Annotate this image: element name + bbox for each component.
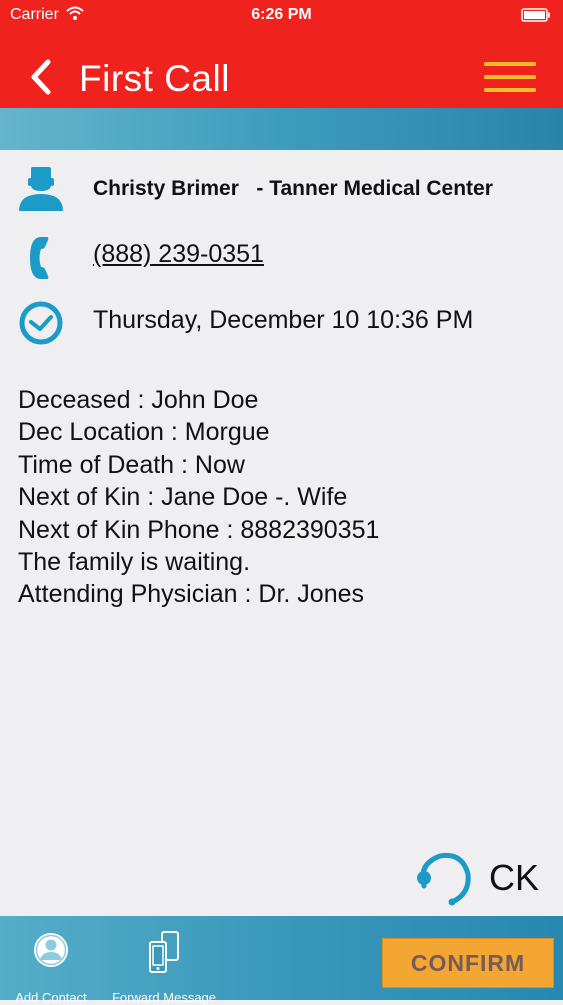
detail-line: The family is waiting. <box>18 548 251 577</box>
menu-icon-bar <box>484 88 536 92</box>
forward-message-label: Forward Message <box>111 990 217 1005</box>
agent-badge: CK <box>414 850 554 906</box>
add-contact-label: Add Contact <box>15 990 87 1005</box>
phone-icon <box>26 234 56 287</box>
detail-line: Next of Kin : Jane Doe -. Wife <box>18 483 348 512</box>
detail-line: Attending Physician : Dr. Jones <box>18 580 365 609</box>
person-icon <box>18 165 64 218</box>
call-datetime: Thursday, December 10 10:36 PM <box>93 306 474 334</box>
back-button[interactable] <box>26 56 60 100</box>
detail-line: Dec Location : Morgue <box>18 418 270 447</box>
clock-icon <box>18 300 64 351</box>
menu-button[interactable] <box>484 62 538 96</box>
status-time: 6:26 PM <box>251 6 312 23</box>
battery-icon <box>521 8 551 27</box>
add-contact-icon <box>31 930 71 973</box>
detail-line: Deceased : John Doe <box>18 386 259 414</box>
confirm-button[interactable]: CONFIRM <box>382 938 554 988</box>
sub-header-bar <box>0 108 563 150</box>
contact-row: Christy Brimer - Tanner Medical Center <box>0 165 563 215</box>
forward-message-button[interactable]: Forward Message <box>104 930 224 1005</box>
phone-link[interactable]: (888) 239-0351 <box>93 240 264 269</box>
forward-devices-icon <box>144 930 184 977</box>
call-details: Deceased : John Doe Dec Location : Morgu… <box>18 384 379 611</box>
headset-icon <box>414 850 474 911</box>
app-header: Carrier 6:26 PM First Call <box>0 0 563 108</box>
page-title: First Call <box>79 58 230 99</box>
detail-line: Time of Death : Now <box>18 450 245 479</box>
status-bar: Carrier 6:26 PM <box>0 0 563 30</box>
menu-icon-bar <box>484 75 536 79</box>
menu-icon-bar <box>484 62 536 66</box>
add-contact-button[interactable]: Add Contact <box>8 930 94 1005</box>
detail-line: Next of Kin Phone : 8882390351 <box>18 515 380 544</box>
contact-name: Christy Brimer - Tanner Medical Center <box>93 177 493 200</box>
chevron-left-icon <box>31 59 51 95</box>
agent-initials: CK <box>489 857 540 898</box>
phone-row: (888) 239-0351 <box>0 234 563 284</box>
datetime-row: Thursday, December 10 10:36 PM <box>0 300 563 350</box>
